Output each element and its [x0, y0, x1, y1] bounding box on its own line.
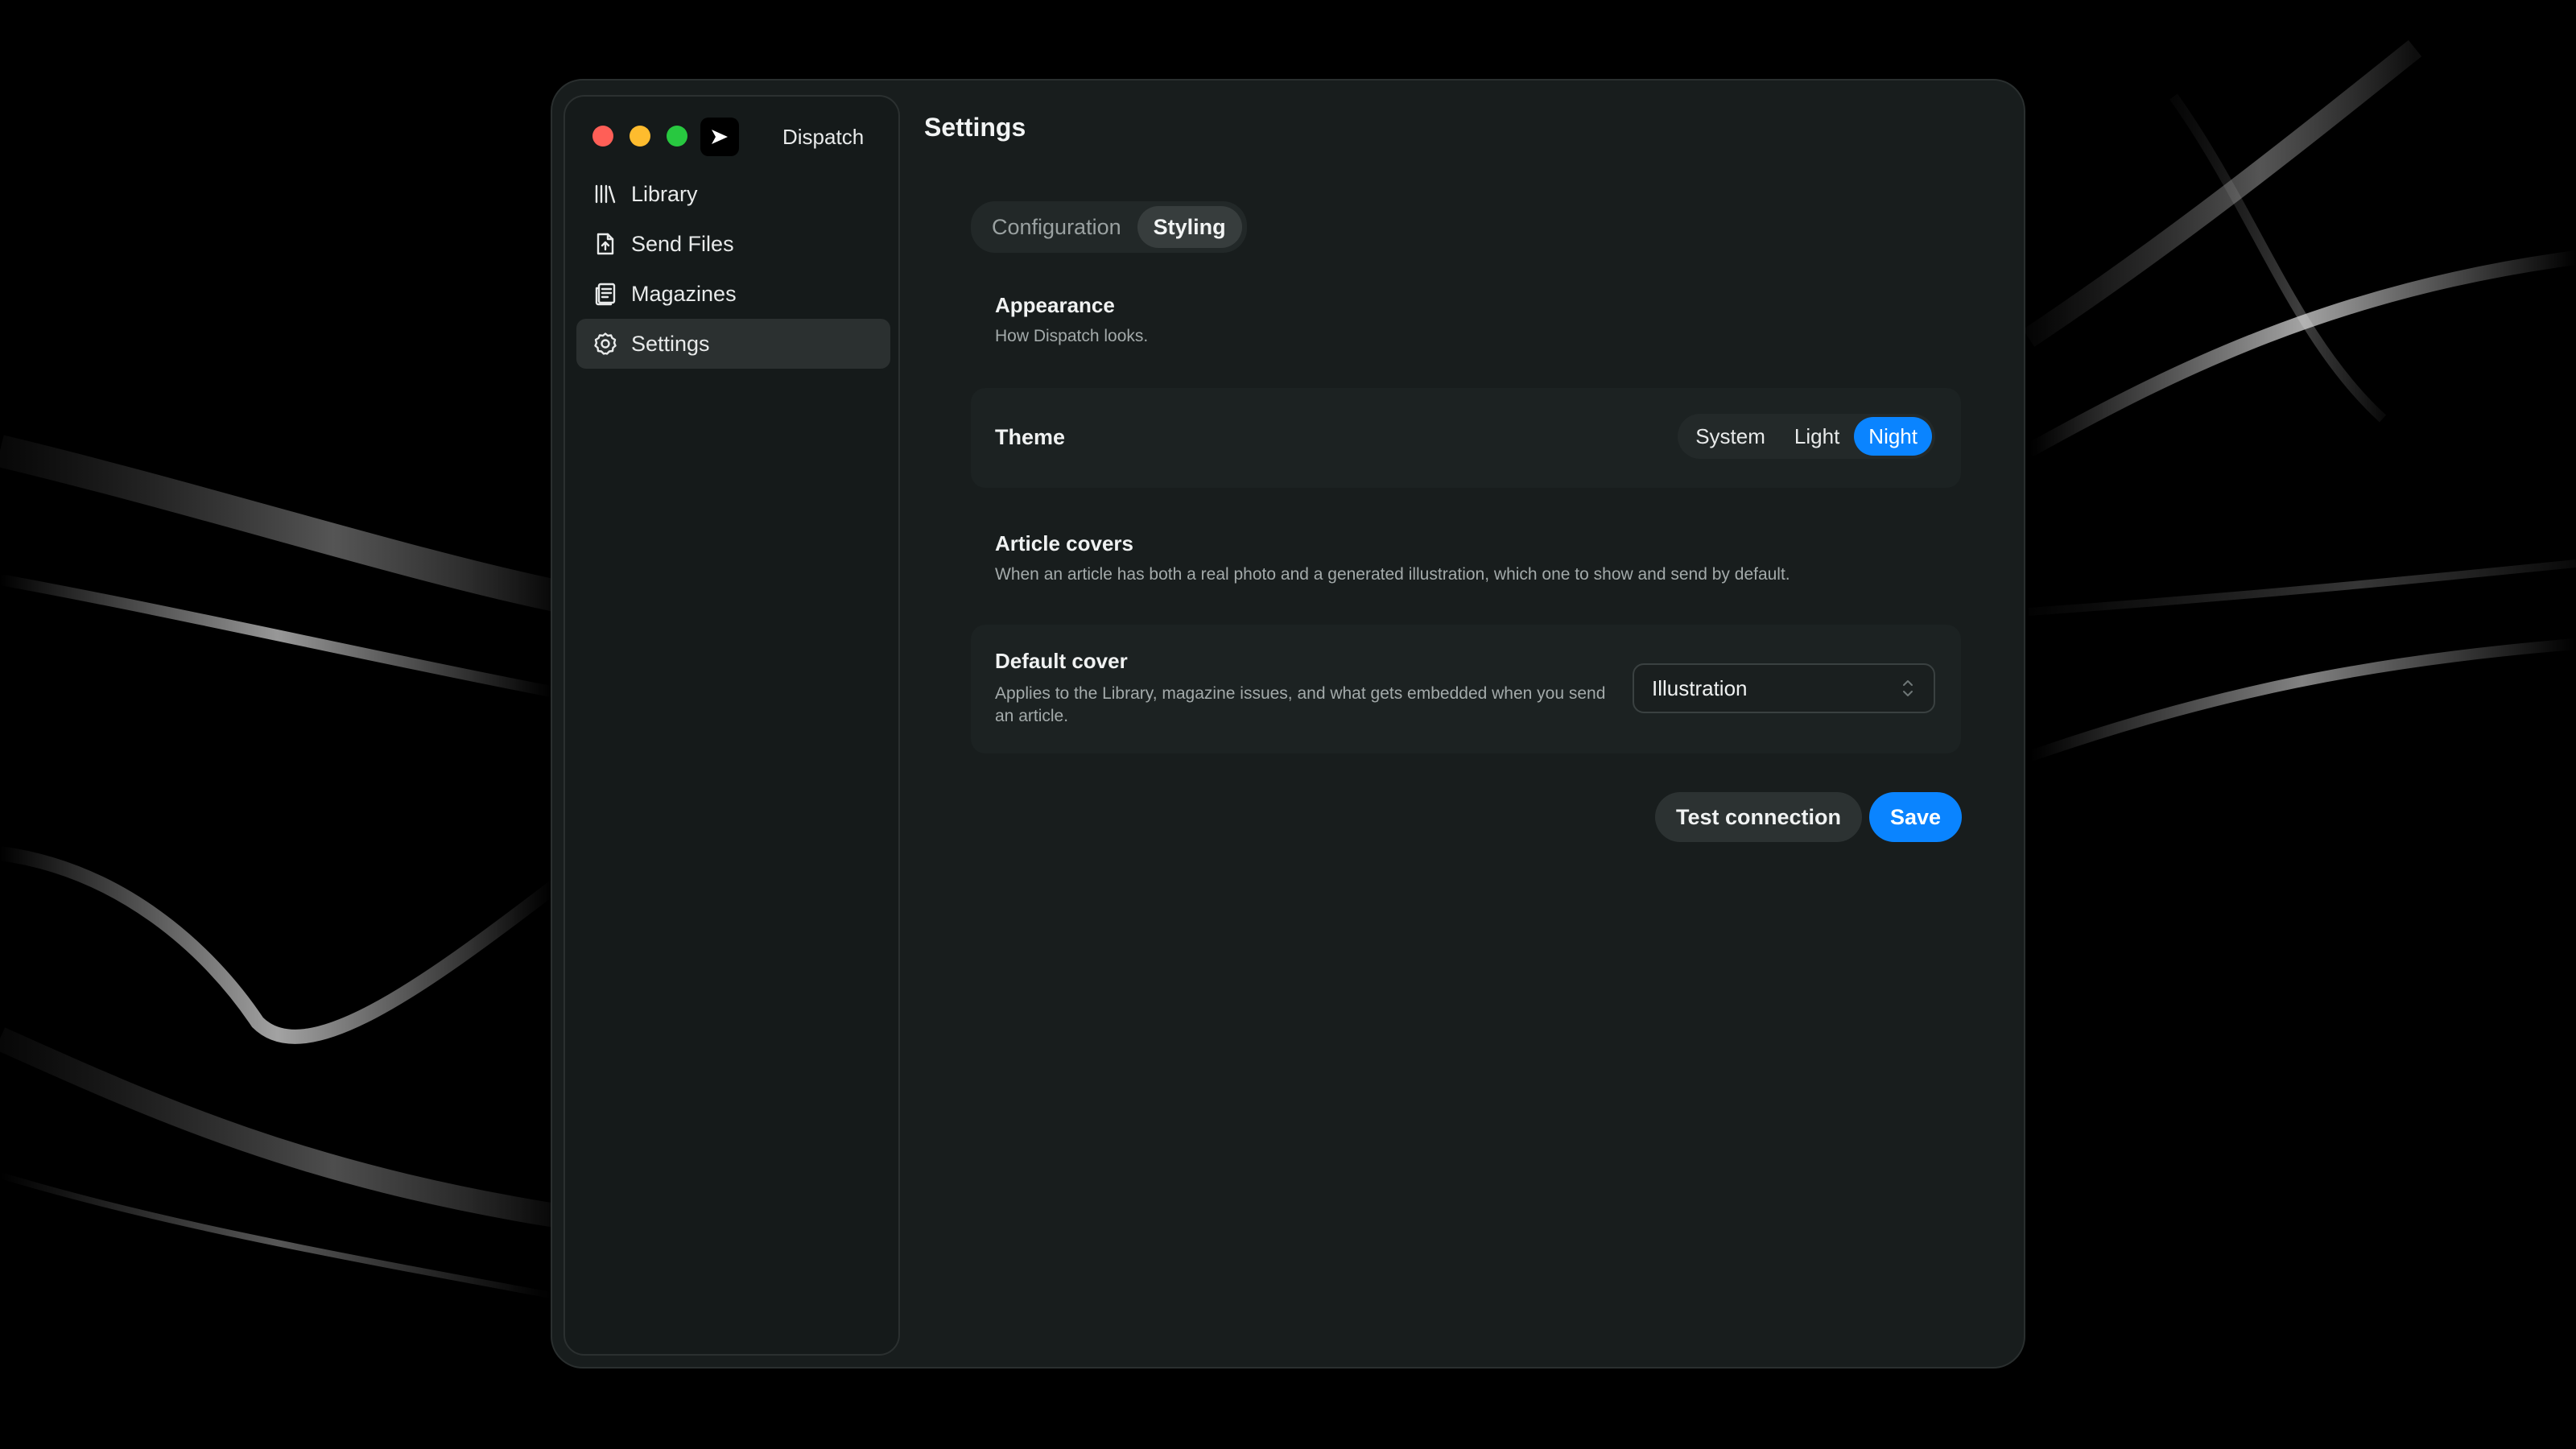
- sidebar-item-magazines[interactable]: Magazines: [576, 269, 890, 319]
- sidebar-nav: Library Send Files Magazines Settings: [576, 169, 890, 369]
- theme-segmented-control: System Light Night: [1678, 414, 1935, 459]
- magazine-icon: [591, 279, 620, 308]
- tab-configuration[interactable]: Configuration: [976, 206, 1137, 248]
- article-covers-section-title: Article covers: [995, 531, 1133, 555]
- tab-styling[interactable]: Styling: [1137, 206, 1242, 248]
- app-window: Dispatch Library Send Files Magazines Se…: [551, 79, 2025, 1368]
- theme-option-night[interactable]: Night: [1854, 417, 1932, 456]
- theme-card: Theme System Light Night: [971, 388, 1961, 488]
- theme-option-system[interactable]: System: [1681, 417, 1780, 456]
- sidebar: Dispatch Library Send Files Magazines Se…: [564, 95, 900, 1356]
- theme-label: Theme: [995, 425, 1066, 449]
- sidebar-item-label: Send Files: [631, 231, 734, 256]
- app-logo-icon: [700, 118, 739, 156]
- default-cover-value: Illustration: [1652, 675, 1748, 700]
- send-file-icon: [591, 229, 620, 258]
- chevron-up-down-icon: [1903, 680, 1913, 696]
- page-title: Settings: [924, 113, 1026, 142]
- settings-tabs: Configuration Styling: [971, 201, 1247, 253]
- default-cover-description: Applies to the Library, magazine issues,…: [995, 684, 1606, 725]
- minimize-window-button[interactable]: [630, 126, 650, 147]
- default-cover-card: Default cover Applies to the Library, ma…: [971, 625, 1961, 753]
- article-covers-section-description: When an article has both a real photo an…: [995, 565, 1790, 584]
- appearance-section-title: Appearance: [995, 293, 1115, 317]
- sidebar-item-send-files[interactable]: Send Files: [576, 219, 890, 269]
- sidebar-item-label: Settings: [631, 331, 710, 356]
- app-name: Dispatch: [782, 125, 865, 149]
- window-controls: [592, 126, 687, 147]
- sidebar-item-label: Magazines: [631, 281, 737, 306]
- test-connection-button[interactable]: Test connection: [1655, 792, 1863, 842]
- zoom-window-button[interactable]: [667, 126, 687, 147]
- sidebar-item-settings[interactable]: Settings: [576, 319, 890, 369]
- appearance-section-description: How Dispatch looks.: [995, 327, 1149, 345]
- save-button[interactable]: Save: [1869, 792, 1963, 842]
- theme-option-light[interactable]: Light: [1780, 417, 1854, 456]
- sidebar-item-library[interactable]: Library: [576, 169, 890, 219]
- default-cover-select[interactable]: Illustration: [1633, 663, 1935, 713]
- sidebar-item-label: Library: [631, 181, 698, 206]
- default-cover-label: Default cover: [995, 649, 1128, 673]
- close-window-button[interactable]: [592, 126, 613, 147]
- library-icon: [591, 180, 620, 208]
- gear-icon: [591, 329, 620, 358]
